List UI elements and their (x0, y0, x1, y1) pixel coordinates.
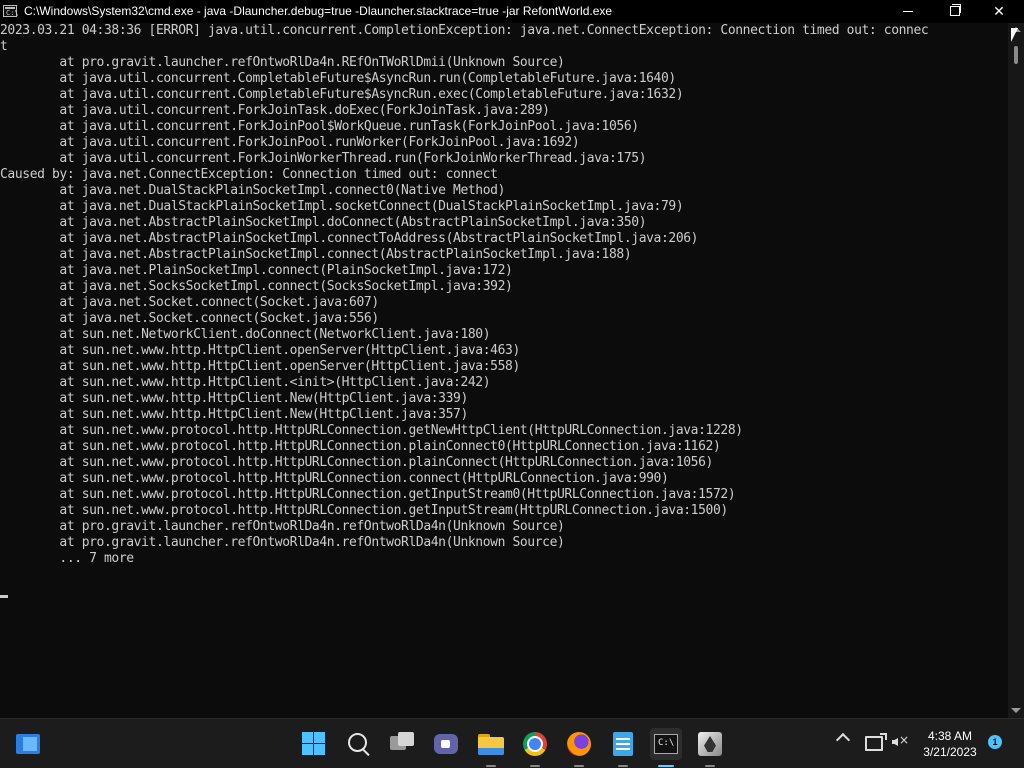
console-line: at sun.net.www.protocol.http.HttpURLConn… (0, 487, 736, 502)
running-indicator (705, 765, 715, 767)
chrome-icon (523, 732, 547, 756)
console-line: at sun.net.www.protocol.http.HttpURLConn… (0, 455, 713, 470)
game-button[interactable] (694, 728, 726, 767)
console-line: at java.net.AbstractPlainSocketImpl.conn… (0, 231, 699, 246)
vertical-scrollbar[interactable] (1008, 23, 1024, 718)
notepad-icon (613, 732, 633, 756)
console-line: at java.net.AbstractPlainSocketImpl.conn… (0, 247, 632, 262)
console-line: at sun.net.www.http.HttpClient.openServe… (0, 343, 520, 358)
running-indicator (574, 765, 584, 767)
mouse-pointer-icon (1011, 28, 1018, 42)
console-line: at pro.gravit.launcher.refOntwoRlDa4n.re… (0, 535, 565, 550)
console-line: at sun.net.www.http.HttpClient.New(HttpC… (0, 391, 468, 406)
game-icon (698, 732, 722, 756)
widgets-icon (16, 734, 40, 754)
clock-date: 3/21/2023 (923, 745, 977, 759)
command-prompt-button[interactable]: C:\ (650, 728, 682, 767)
cmd-icon: C:\ (3, 5, 19, 17)
network-icon[interactable] (865, 733, 887, 751)
console-line: at java.util.concurrent.ForkJoinWorkerTh… (0, 151, 647, 166)
window-title: C:\Windows\System32\cmd.exe - java -Dlau… (24, 4, 613, 18)
console-line: t (0, 39, 8, 54)
console-line: at java.net.DualStackPlainSocketImpl.con… (0, 183, 506, 198)
file-explorer-button[interactable] (475, 728, 507, 767)
chat-button[interactable] (430, 728, 462, 760)
console-line: at java.net.PlainSocketImpl.connect(Plai… (0, 263, 513, 278)
maximize-button[interactable] (930, 0, 976, 23)
search-button[interactable] (343, 728, 375, 760)
muted-x-icon: × (899, 733, 910, 747)
console-line: at sun.net.www.http.HttpClient.New(HttpC… (0, 407, 468, 422)
running-indicator (530, 765, 540, 767)
notification-badge[interactable]: 1 (988, 735, 1002, 749)
task-view-button[interactable] (387, 728, 419, 760)
active-indicator (658, 765, 674, 767)
chat-icon (434, 734, 458, 754)
console-line: at java.net.DualStackPlainSocketImpl.soc… (0, 199, 684, 214)
close-button[interactable]: ✕ (976, 0, 1022, 23)
console-line: at java.net.AbstractPlainSocketImpl.doCo… (0, 215, 647, 230)
console-line: at pro.gravit.launcher.refOntwoRlDa4n.RE… (0, 55, 565, 70)
running-indicator (618, 765, 628, 767)
console-line: at java.net.SocksSocketImpl.connect(Sock… (0, 279, 513, 294)
console-line: at java.util.concurrent.ForkJoinPool.run… (0, 135, 580, 150)
firefox-button[interactable] (563, 728, 595, 767)
console-line: Caused by: java.net.ConnectException: Co… (0, 167, 498, 182)
console-line: at java.util.concurrent.ForkJoinPool$Wor… (0, 119, 639, 134)
firefox-icon (567, 732, 591, 756)
console-line: at java.net.Socket.connect(Socket.java:6… (0, 295, 379, 310)
minimize-icon (903, 11, 913, 12)
running-indicator (486, 765, 496, 767)
notepad-button[interactable] (607, 728, 639, 767)
terminal-icon: C:\ (654, 734, 678, 754)
console-line: at pro.gravit.launcher.refOntwoRlDa4n.re… (0, 519, 565, 534)
widgets-button[interactable] (12, 728, 44, 760)
console-line: at sun.net.www.protocol.http.HttpURLConn… (0, 423, 743, 438)
console-line: at java.util.concurrent.ForkJoinTask.doE… (0, 103, 550, 118)
console-line: at java.util.concurrent.CompletableFutur… (0, 87, 684, 102)
console-output[interactable]: 2023.03.21 04:38:36 [ERROR] java.util.co… (0, 23, 1008, 718)
console-line: at sun.net.www.http.HttpClient.<init>(Ht… (0, 375, 491, 390)
minimize-button[interactable] (884, 0, 930, 23)
console-line: at sun.net.www.http.HttpClient.openServe… (0, 359, 520, 374)
console-line: at java.net.Socket.connect(Socket.java:5… (0, 311, 379, 326)
chrome-button[interactable] (519, 728, 551, 767)
console-line: at sun.net.www.protocol.http.HttpURLConn… (0, 439, 721, 454)
close-icon: ✕ (993, 3, 1005, 19)
console-line: at sun.net.www.protocol.http.HttpURLConn… (0, 503, 728, 518)
console-line: at java.util.concurrent.CompletableFutur… (0, 71, 676, 86)
console-line: 2023.03.21 04:38:36 [ERROR] java.util.co… (0, 23, 929, 38)
console-line: ... 7 more (0, 551, 134, 566)
clock[interactable]: 4:38 AM 3/21/2023 (916, 728, 984, 760)
start-button[interactable] (298, 728, 330, 760)
scrollbar-thumb[interactable] (1014, 46, 1018, 64)
console-line: at sun.net.www.protocol.http.HttpURLConn… (0, 471, 669, 486)
console-line: at sun.net.NetworkClient.doConnect(Netwo… (0, 327, 491, 342)
scroll-down-arrow-icon[interactable] (1011, 708, 1021, 713)
title-bar[interactable]: C:\ C:\Windows\System32\cmd.exe - java -… (0, 0, 1024, 23)
text-cursor (0, 595, 8, 598)
clock-time: 4:38 AM (927, 729, 973, 743)
